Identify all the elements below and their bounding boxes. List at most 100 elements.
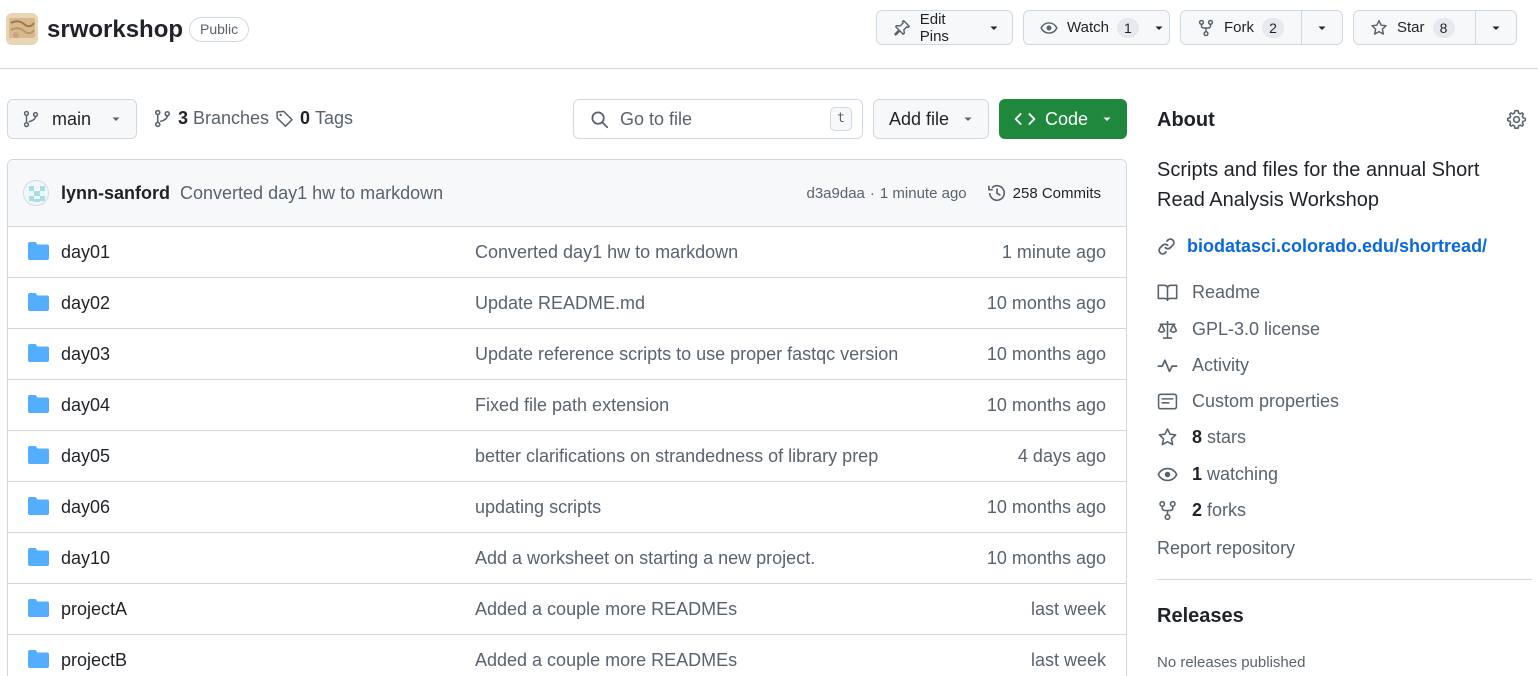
chevron-down-icon (1492, 26, 1500, 30)
readme-label: Readme (1192, 282, 1261, 302)
forks-link[interactable]: 2 forks (1157, 500, 1246, 521)
code-icon (1014, 113, 1036, 125)
divider (1157, 579, 1532, 580)
go-to-file-input[interactable]: Go to file t (573, 99, 863, 139)
file-commit-message[interactable]: Fixed file path extension (475, 395, 669, 416)
fork-dropdown[interactable] (1300, 11, 1342, 44)
table-row: day02 Update README.md 10 months ago (8, 278, 1126, 329)
custom-properties-label: Custom properties (1192, 391, 1340, 411)
avatar[interactable] (23, 180, 49, 206)
file-commit-message[interactable]: Added a couple more READMEs (475, 650, 737, 671)
table-row: projectB Added a couple more READMEs las… (8, 635, 1126, 676)
releases-empty-text: No releases published (1157, 654, 1306, 671)
file-name[interactable]: day06 (61, 497, 110, 518)
table-row: day10 Add a worksheet on starting a new … (8, 533, 1126, 584)
repo-header: srworkshop Public Edit Pins Watch 1 Fork… (0, 0, 1538, 69)
star-button[interactable]: Star 8 (1354, 11, 1475, 44)
report-repository-link[interactable]: Report repository (1157, 538, 1295, 559)
license-label: GPL-3.0 license (1192, 319, 1321, 339)
gear-icon[interactable] (1506, 109, 1527, 130)
commit-author[interactable]: lynn-sanford (61, 183, 170, 204)
commit-meta: d3a9daa · 1 minute ago 258 Commits (807, 183, 1112, 203)
history-icon (987, 185, 1005, 202)
homepage-url: biodatasci.colorado.edu/shortread/ (1187, 236, 1488, 256)
chevron-down-icon (1318, 26, 1326, 30)
file-name[interactable]: day03 (61, 344, 110, 365)
branches-label: Branches (193, 108, 270, 128)
releases-title[interactable]: Releases (1157, 605, 1244, 628)
watching-link[interactable]: 1 watching (1157, 464, 1278, 485)
star-icon (1371, 19, 1387, 35)
branch-name: main (52, 108, 92, 129)
file-name[interactable]: projectB (61, 650, 127, 671)
fork-count: 2 (1262, 17, 1284, 38)
file-name[interactable]: projectA (61, 599, 127, 620)
file-commit-date: last week (1030, 598, 1106, 619)
chevron-down-icon (1103, 117, 1111, 121)
fork-button[interactable]: Fork 2 (1181, 11, 1301, 44)
commits-count-link[interactable]: 258 Commits (1013, 185, 1101, 202)
file-name[interactable]: day01 (61, 242, 110, 263)
code-label: Code (1045, 108, 1089, 129)
file-name[interactable]: day02 (61, 293, 110, 314)
folder-icon (28, 446, 49, 464)
folder-icon (28, 395, 49, 413)
folder-icon (28, 650, 49, 668)
file-commit-message[interactable]: better clarifications on strandedness of… (475, 446, 878, 467)
file-commit-date: 10 months ago (986, 292, 1106, 313)
commit-message[interactable]: Converted day1 hw to markdown (180, 183, 443, 204)
chevron-down-icon (1155, 26, 1163, 30)
forks-label: forks (1207, 500, 1247, 520)
file-commit-message[interactable]: updating scripts (475, 497, 601, 518)
tags-count: 0 (300, 108, 311, 128)
latest-commit-bar: lynn-sanford Converted day1 hw to markdo… (8, 160, 1126, 227)
table-row: day03 Update reference scripts to use pr… (8, 329, 1126, 380)
folder-icon (28, 599, 49, 617)
file-commit-message[interactable]: Added a couple more READMEs (475, 599, 737, 620)
star-label: Star (1397, 19, 1425, 36)
folder-icon (28, 242, 49, 260)
repo-avatar[interactable] (6, 13, 38, 45)
readme-link[interactable]: Readme (1157, 282, 1260, 303)
folder-icon (28, 344, 49, 362)
folder-icon (28, 293, 49, 311)
chevron-down-icon (964, 117, 972, 121)
watch-button[interactable]: Watch 1 (1023, 10, 1170, 45)
edit-pins-button[interactable]: Edit Pins (876, 10, 1013, 45)
file-commit-message[interactable]: Converted day1 hw to markdown (475, 242, 738, 263)
table-row: day01 Converted day1 hw to markdown 1 mi… (8, 227, 1126, 278)
add-file-button[interactable]: Add file (873, 99, 989, 139)
branch-selector[interactable]: main (7, 99, 137, 139)
file-commit-date: last week (1030, 649, 1106, 670)
file-commit-message[interactable]: Add a worksheet on starting a new projec… (475, 548, 815, 569)
branch-icon (23, 110, 39, 128)
file-commit-date: 10 months ago (986, 547, 1106, 568)
commit-hash[interactable]: d3a9daa (807, 185, 865, 202)
commit-separator: · (869, 184, 875, 202)
star-count: 8 (1432, 17, 1455, 38)
scale-icon (1157, 320, 1178, 339)
branches-link[interactable]: 3 Branches (153, 108, 269, 129)
file-name[interactable]: day04 (61, 395, 110, 416)
repo-name[interactable]: srworkshop (47, 14, 183, 46)
star-button-group: Star 8 (1353, 10, 1517, 45)
folder-icon (28, 497, 49, 515)
watching-count: 1 (1192, 464, 1203, 484)
code-button[interactable]: Code (999, 99, 1127, 139)
chevron-down-icon (112, 117, 120, 121)
file-commit-message[interactable]: Update README.md (475, 293, 645, 314)
license-link[interactable]: GPL-3.0 license (1157, 319, 1320, 340)
file-name[interactable]: day05 (61, 446, 110, 467)
tag-icon (276, 110, 293, 127)
star-dropdown[interactable] (1474, 11, 1516, 44)
custom-properties-link[interactable]: Custom properties (1157, 391, 1339, 412)
tags-link[interactable]: 0 Tags (275, 108, 353, 129)
activity-label: Activity (1192, 355, 1250, 375)
table-row: projectA Added a couple more READMEs las… (8, 584, 1126, 635)
file-commit-message[interactable]: Update reference scripts to use proper f… (475, 344, 898, 365)
activity-link[interactable]: Activity (1157, 355, 1249, 376)
file-name[interactable]: day10 (61, 548, 110, 569)
stars-link[interactable]: 8 stars (1157, 427, 1246, 448)
homepage-link[interactable]: biodatasci.colorado.edu/shortread/ (1157, 236, 1487, 257)
book-icon (1157, 284, 1178, 302)
